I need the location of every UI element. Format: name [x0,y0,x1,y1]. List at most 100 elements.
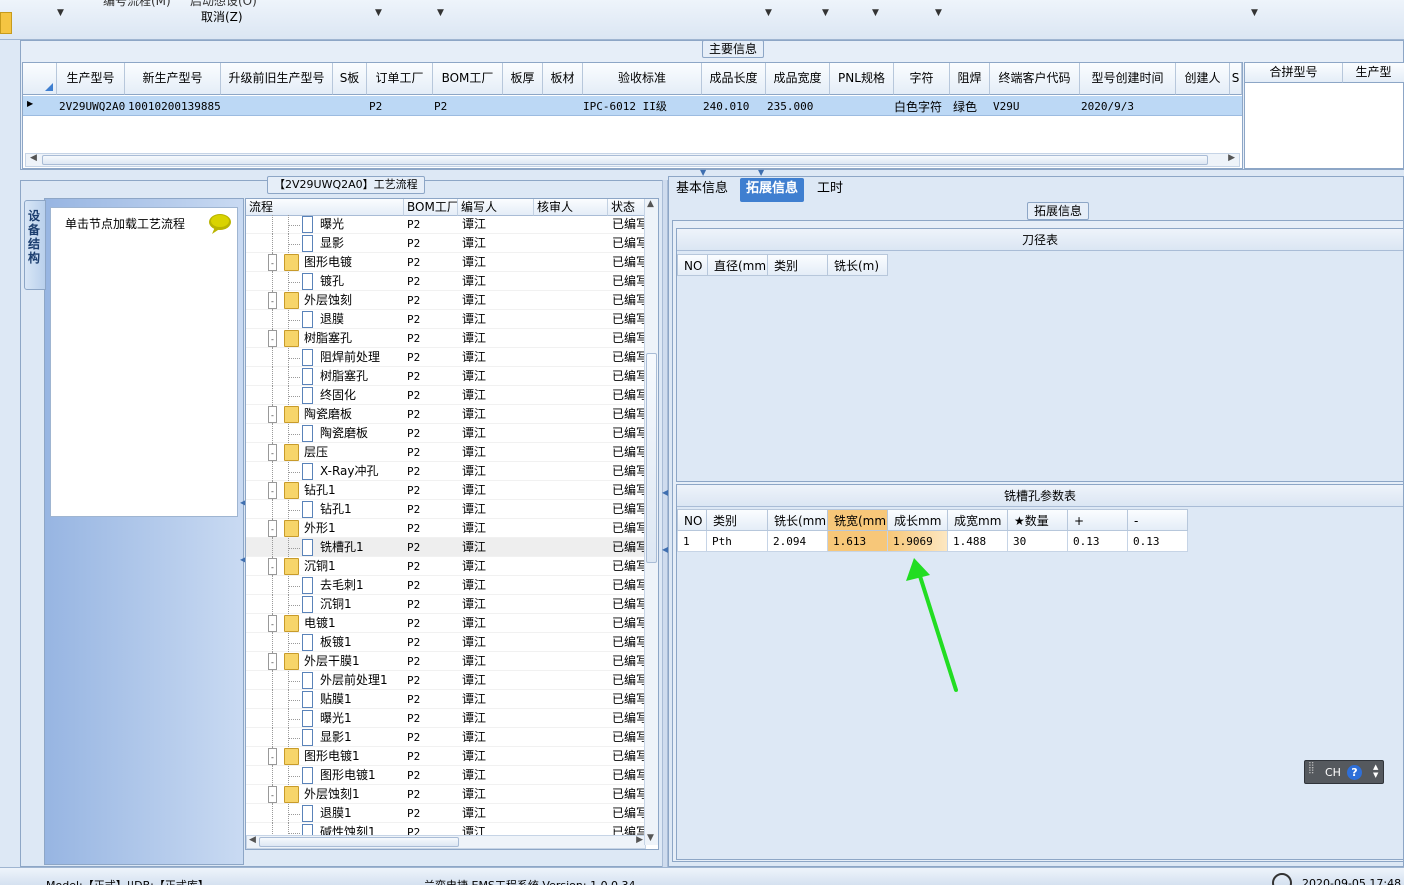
cell-bom-factory[interactable]: P2 [434,99,447,115]
dropdown-arrow-icon[interactable]: ▼ [57,8,64,18]
scroll-left-icon[interactable]: ◀ [249,835,256,845]
cell-created[interactable]: 2020/9/3 [1081,99,1134,115]
tree-group-row[interactable]: - 树脂塞孔 P2 谭江 已编写 [246,329,646,348]
scroll-thumb[interactable] [259,837,459,847]
col-header[interactable]: 生产型 [1343,63,1404,83]
scroll-thumb[interactable] [42,155,1208,165]
tree-leaf-row[interactable]: 外层前处理1 P2 谭江 已编写 [246,671,646,690]
col-header[interactable]: 状态 [608,199,646,216]
dropdown-arrow-icon[interactable]: ▼ [437,8,444,18]
cell-standard[interactable]: IPC-6012 II级 [583,99,667,115]
col-header[interactable]: 板厚 [503,63,543,95]
col-header[interactable]: NO [677,254,708,276]
cell-solder[interactable]: 绿色 [953,99,977,115]
cell-customer[interactable]: V29U [993,99,1020,115]
col-header[interactable]: ★数量 [1008,509,1068,531]
cell-order-factory[interactable]: P2 [369,99,382,115]
col-header[interactable]: BOM工厂 [433,63,503,95]
tree-group-row[interactable]: - 外层蚀刻 P2 谭江 已编写 [246,291,646,310]
dropdown-arrow-icon[interactable]: ▼ [872,8,879,18]
col-header[interactable]: 流程 [246,199,404,216]
col-header[interactable]: 板材 [543,63,583,95]
tree-leaf-row[interactable]: 贴膜1 P2 谭江 已编写 [246,690,646,709]
col-header[interactable]: 合拼型号 [1245,63,1343,83]
collapse-toggle-icon[interactable]: - [268,653,277,670]
collapse-toggle-icon[interactable]: - [268,520,277,537]
tree-group-row[interactable]: - 层压 P2 谭江 已编写 [246,443,646,462]
tree-leaf-row[interactable]: 板镀1 P2 谭江 已编写 [246,633,646,652]
col-header[interactable]: S [1230,63,1242,95]
ime-indicator[interactable]: ⠿ ⠿ CH ? ▲ ▼ [1304,760,1384,784]
cell-prod-model[interactable]: 2V29UWQ2A0 [59,99,125,115]
ime-language[interactable]: CH [1325,766,1341,779]
col-header[interactable]: 字符 [894,63,950,95]
drag-handle-icon[interactable]: ⠿ ⠿ [1308,763,1315,777]
scroll-left-icon[interactable]: ◀ [30,153,37,163]
col-header[interactable]: 成品宽度 [766,63,830,95]
dropdown-arrow-icon[interactable]: ▼ [1251,8,1258,18]
mill-cell[interactable]: 0.13 [1068,531,1128,552]
scroll-down-icon[interactable]: ▼ [647,833,654,843]
tree-group-row[interactable]: - 图形电镀 P2 谭江 已编写 [246,253,646,272]
tree-leaf-row[interactable]: 终固化 P2 谭江 已编写 [246,386,646,405]
tree-leaf-row[interactable]: 去毛刺1 P2 谭江 已编写 [246,576,646,595]
tree-leaf-row[interactable]: 沉铜1 P2 谭江 已编写 [246,595,646,614]
col-header[interactable]: 终端客户代码 [990,63,1080,95]
mill-cell[interactable]: 2.094 [768,531,828,552]
col-header[interactable]: 创建人 [1176,63,1230,95]
col-header[interactable]: 升级前旧生产型号 [221,63,333,95]
tree-group-row[interactable]: - 钻孔1 P2 谭江 已编写 [246,481,646,500]
mill-cell-highlighted[interactable]: 1.613 [828,531,888,552]
tab-basic-info[interactable]: 基本信息 [670,178,734,202]
mill-cell[interactable]: 0.13 [1128,531,1188,552]
tab-work-hours[interactable]: 工时 [811,178,849,202]
tree-leaf-row[interactable]: 显影1 P2 谭江 已编写 [246,728,646,747]
col-header[interactable]: BOM工厂 [404,199,458,216]
col-header[interactable]: 成品长度 [702,63,766,95]
cell-length[interactable]: 240.010 [703,99,749,115]
col-header[interactable]: 直径(mm) [708,254,768,276]
cell-character[interactable]: 白色字符 [894,99,942,115]
help-icon[interactable]: ? [1347,765,1362,780]
tree-group-row[interactable]: - 图形电镀1 P2 谭江 已编写 [246,747,646,766]
collapse-toggle-icon[interactable]: - [268,786,277,803]
splitter-down-icon-2[interactable]: ▼ [758,168,764,177]
tree-leaf-row[interactable]: 图形电镀1 P2 谭江 已编写 [246,766,646,785]
collapse-toggle-icon[interactable]: - [268,558,277,575]
col-header[interactable]: 阻焊 [950,63,990,95]
col-header[interactable]: 成长mm [888,509,948,531]
mill-cell[interactable]: 1 [677,531,707,552]
tree-leaf-row[interactable]: 退膜1 P2 谭江 已编写 [246,804,646,823]
col-header[interactable]: 核审人 [534,199,608,216]
tree-hscrollbar[interactable]: ◀ ▶ [246,835,646,849]
tree-group-row[interactable]: - 外层干膜1 P2 谭江 已编写 [246,652,646,671]
dropdown-arrow-icon[interactable]: ▼ [375,8,382,18]
scroll-up-icon[interactable]: ▲ [647,199,654,209]
col-header[interactable]: 验收标准 [583,63,702,95]
col-header[interactable]: PNL规格 [830,63,894,95]
tree-leaf-row[interactable]: 阻焊前处理 P2 谭江 已编写 [246,348,646,367]
col-header[interactable]: 订单工厂 [367,63,433,95]
col-header[interactable]: 铣长(mm) [768,509,828,531]
collapse-toggle-icon[interactable]: - [268,254,277,271]
mill-cell[interactable]: 1.488 [948,531,1008,552]
toolbar-cancel[interactable]: 取消(Z) [201,8,243,25]
scroll-right-icon[interactable]: ▶ [636,835,643,845]
collapse-toggle-icon[interactable]: - [268,330,277,347]
col-header-highlighted[interactable]: 铣宽(mm) [828,509,888,531]
col-header[interactable]: 型号创建时间 [1080,63,1176,95]
collapse-toggle-icon[interactable]: - [268,482,277,499]
tree-leaf-row[interactable]: 铣槽孔1 P2 谭江 已编写 [246,538,646,557]
col-header[interactable]: 类别 [707,509,768,531]
dropdown-arrow-icon[interactable]: ▼ [822,8,829,18]
col-header[interactable]: 生产型号 [57,63,125,95]
cell-new-model[interactable]: 10010200139885 [128,99,221,115]
col-header[interactable]: 新生产型号 [125,63,221,95]
collapse-toggle-icon[interactable]: - [268,292,277,309]
tree-leaf-row[interactable]: 钻孔1 P2 谭江 已编写 [246,500,646,519]
scroll-right-icon[interactable]: ▶ [1228,153,1235,163]
tree-leaf-row[interactable]: 显影 P2 谭江 已编写 [246,234,646,253]
tree-leaf-row[interactable]: 曝光 P2 谭江 已编写 [246,215,646,234]
col-header[interactable]: 类别 [768,254,828,276]
col-header[interactable]: 铣长(m) [828,254,888,276]
